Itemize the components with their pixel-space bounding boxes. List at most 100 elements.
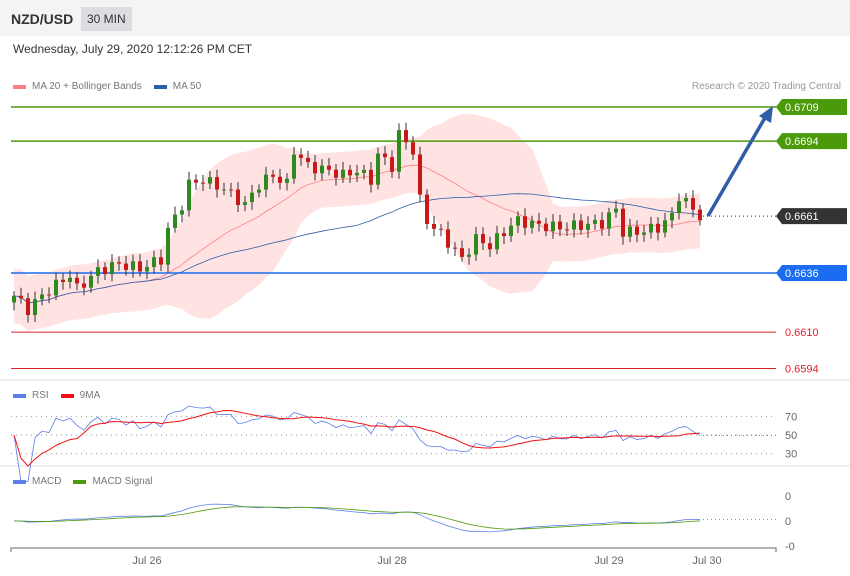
- candle-body: [103, 267, 107, 275]
- candle-body: [663, 220, 667, 233]
- candle-body: [201, 182, 205, 184]
- candle-body: [68, 277, 72, 282]
- rsi-line: [13, 405, 701, 482]
- candle-body: [250, 192, 254, 203]
- candle-body: [19, 295, 23, 299]
- candle-body: [12, 295, 16, 303]
- candle-body: [600, 219, 604, 229]
- level-label: 0.6661: [785, 211, 819, 223]
- candle-body: [173, 214, 177, 228]
- candle-body: [460, 248, 464, 257]
- candle-body: [47, 294, 51, 296]
- candle-body: [551, 221, 555, 232]
- candle-body: [670, 213, 674, 221]
- candle-body: [635, 226, 639, 235]
- candle-body: [558, 221, 562, 230]
- x-tick-label: Jul 30: [692, 555, 721, 567]
- candle-body: [334, 169, 338, 178]
- candle-body: [404, 130, 408, 143]
- candle-body: [579, 220, 583, 230]
- candle-body: [593, 219, 597, 224]
- x-tick-label: Jul 29: [594, 555, 623, 567]
- candle-body: [383, 153, 387, 158]
- candle-body: [180, 210, 184, 215]
- candle-body: [75, 277, 79, 284]
- candle-body: [138, 261, 142, 272]
- candle-body: [502, 233, 506, 237]
- candle-body: [628, 226, 632, 237]
- candle-body: [117, 262, 121, 264]
- candle-body: [418, 154, 422, 195]
- candle-body: [124, 263, 128, 270]
- candle-body: [215, 177, 219, 190]
- rsi-tick: 30: [785, 449, 797, 461]
- candle-body: [110, 262, 114, 275]
- candle-body: [271, 174, 275, 177]
- candle-body: [306, 157, 310, 163]
- candle-body: [96, 267, 100, 276]
- candle-body: [544, 223, 548, 232]
- candle-body: [33, 299, 37, 316]
- macd-signal-line: [13, 506, 701, 530]
- forecast-arrow: [706, 115, 768, 217]
- candle-body: [278, 176, 282, 183]
- candle-body: [495, 233, 499, 250]
- candle-body: [523, 216, 527, 228]
- rsi-tick: 70: [785, 411, 797, 423]
- candle-body: [54, 279, 58, 296]
- candle-body: [411, 142, 415, 155]
- level-label: 0.6694: [785, 136, 819, 148]
- candle-body: [474, 234, 478, 255]
- macd-tick: 0: [785, 516, 791, 528]
- level-label: 0.6594: [785, 364, 819, 376]
- candle-body: [89, 275, 93, 288]
- candle-body: [432, 223, 436, 229]
- candle-body: [166, 227, 170, 265]
- candle-body: [61, 279, 65, 282]
- level-label: 0.6709: [785, 102, 819, 114]
- forecast-arrowhead: [759, 106, 773, 123]
- macd-tick: 0: [785, 491, 791, 503]
- candle-body: [425, 194, 429, 224]
- candle-body: [257, 189, 261, 193]
- x-tick-label: Jul 26: [132, 555, 161, 567]
- candle-body: [327, 165, 331, 170]
- candle-body: [656, 223, 660, 233]
- price-chart: 0.6709 0.6694 0.6661 0.6636 0.6610 0.6594 70 50…: [10, 99, 847, 567]
- candle-body: [481, 234, 485, 244]
- level-label: 0.6610: [785, 327, 819, 339]
- candle-body: [208, 177, 212, 184]
- candle-body: [446, 229, 450, 248]
- candle-body: [320, 165, 324, 174]
- candle-body: [194, 179, 198, 183]
- x-axis: [10, 547, 777, 552]
- candle-body: [691, 198, 695, 210]
- candle-body: [285, 178, 289, 183]
- candle-body: [236, 189, 240, 206]
- candle-body: [222, 189, 226, 191]
- candle-body: [684, 198, 688, 202]
- candle-body: [516, 216, 520, 226]
- candle-body: [341, 169, 345, 178]
- candle-body: [131, 261, 135, 270]
- candle-body: [677, 201, 681, 214]
- candle-body: [439, 228, 443, 230]
- rsi-tick: 50: [785, 430, 797, 442]
- candle-body: [509, 225, 513, 237]
- candle-body: [299, 154, 303, 158]
- candle-body: [642, 232, 646, 235]
- candle-body: [152, 257, 156, 268]
- candle-body: [243, 202, 247, 206]
- candle-body: [40, 294, 44, 300]
- candle-body: [614, 208, 618, 213]
- candle-body: [145, 267, 149, 272]
- candle-body: [348, 169, 352, 176]
- candle-body: [621, 208, 625, 237]
- bollinger-band: [14, 113, 700, 331]
- candle-body: [565, 229, 569, 231]
- candle-body: [537, 220, 541, 224]
- candle-body: [187, 179, 191, 211]
- candle-body: [26, 298, 30, 316]
- candle-body: [264, 174, 268, 190]
- candle-body: [530, 220, 534, 228]
